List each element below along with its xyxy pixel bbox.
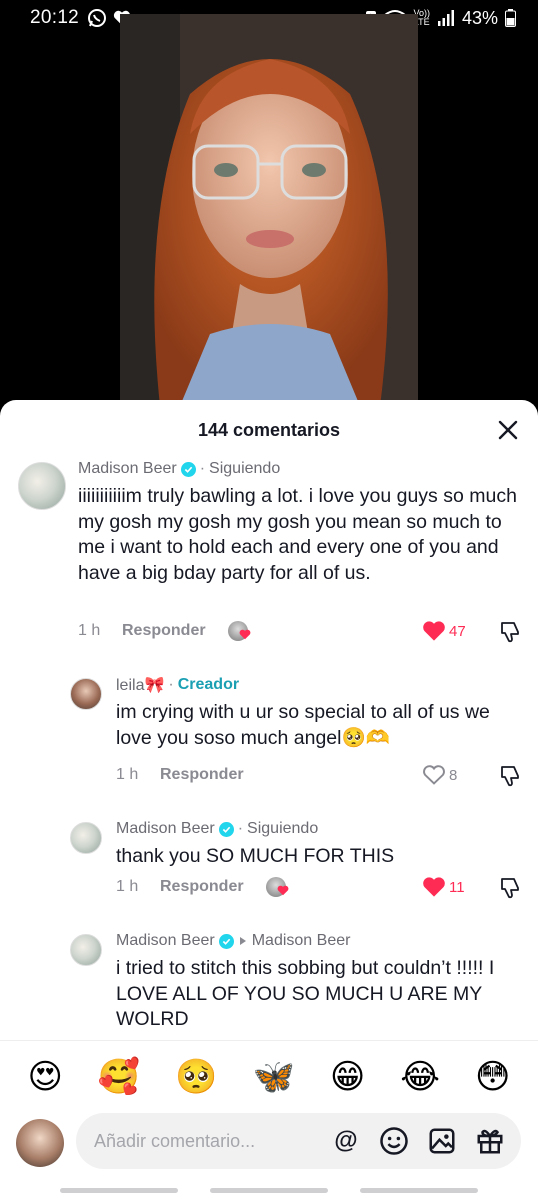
battery-icon [505,9,516,27]
verified-icon [180,461,196,477]
emoji-heart-eyes[interactable]: 😍 [27,1060,62,1094]
following-tag: Siguiendo [209,460,281,477]
emoji-quick-bar: 😍 🥰 🥺 🦋 😁 😂 😳 [0,1040,538,1112]
comment-author[interactable]: Madison Beer [116,932,215,950]
dislike-icon[interactable] [498,876,522,900]
avatar[interactable] [70,934,102,966]
comment-author[interactable]: Madison Beer [78,460,177,478]
comment-text: im crying with u ur so special to all of… [116,701,490,749]
creator-liked-icon [227,620,254,642]
reply-button[interactable]: Responder [122,622,206,640]
gift-icon[interactable] [475,1126,505,1156]
like-count: 47 [449,622,466,640]
comment-author-row: leila🎀 · Creador [116,674,518,696]
reply-button[interactable]: Responder [160,766,244,784]
bottom-bar [0,1186,538,1200]
reply-item: Madison Beer · Siguiendo thank you SO MU… [0,818,538,908]
dislike-icon[interactable] [498,764,522,788]
emoji-tears-of-joy[interactable]: 😂 [400,1060,440,1094]
emoji-icon[interactable] [379,1126,409,1156]
sheet-header: 144 comentarios [0,400,538,458]
comment-text: iiiiiiiiiiim truly bawling a lot. i love… [78,485,517,584]
status-time: 20:12 [30,7,80,28]
like-button[interactable]: 8 [422,764,457,786]
comment-author-row: Madison Beer · Siguiendo [78,458,518,480]
comment-meta: 1 h Responder [78,618,538,644]
comment-author[interactable]: Madison Beer [116,820,215,838]
emoji-smiling-hearts[interactable]: 🥰 [98,1060,140,1094]
emoji-butterfly[interactable]: 🦋 [253,1060,295,1094]
verified-icon [218,933,234,949]
comment-item: Madison Beer · Siguiendo iiiiiiiiiiim tr… [0,458,538,658]
avatar[interactable] [70,678,102,710]
comment-time: 1 h [116,766,139,783]
creator-liked-icon [265,876,292,898]
video-preview[interactable] [120,14,418,406]
avatar[interactable] [70,822,102,854]
comment-author-row: Madison Beer · Siguiendo [116,818,518,840]
comment-text: i tried to stitch this sobbing but could… [116,957,495,1030]
heart-filled-icon [423,877,445,897]
reply-item: Madison Beer Madison Beer i tried to sti… [0,930,538,1040]
emoji-pleading[interactable]: 🥺 [175,1060,217,1094]
reply-arrow-icon [239,937,246,945]
mention-icon[interactable]: @ [331,1126,361,1156]
emoji-grin[interactable]: 😁 [330,1060,365,1094]
nav-pill [60,1188,178,1193]
comment-input[interactable]: Añadir comentario... @ [76,1113,521,1169]
like-button[interactable]: 47 [422,620,466,642]
comment-meta: 1 h Responder [116,874,538,900]
comment-placeholder[interactable]: Añadir comentario... [94,1131,331,1152]
reply-item: leila🎀 · Creador im crying with u ur so … [0,674,538,794]
video-frame-image [120,14,418,406]
comment-input-row: Añadir comentario... @ [0,1112,538,1174]
comment-author[interactable]: leila🎀 [116,675,164,695]
my-avatar [16,1119,64,1167]
emoji-flushed[interactable]: 😳 [475,1060,510,1094]
signal-icon [437,10,454,26]
separator-dot: · [237,820,244,837]
like-button[interactable]: 11 [422,876,465,898]
creator-tag: Creador [177,676,240,693]
separator-dot: · [199,460,206,477]
nav-pill [210,1188,328,1193]
nav-pill [360,1188,478,1193]
like-count: 11 [449,878,465,896]
comment-text: thank you SO MUCH FOR THIS [116,845,395,867]
comment-meta: 1 h Responder [116,762,538,788]
separator-dot: · [168,676,174,693]
verified-icon [218,821,234,837]
battery-percent: 43% [461,7,498,28]
comment-time: 1 h [78,622,101,639]
dislike-icon[interactable] [498,620,522,644]
comment-author-row: Madison Beer Madison Beer [116,930,518,952]
close-icon[interactable] [496,418,520,442]
reply-button[interactable]: Responder [160,878,244,896]
following-tag: Siguiendo [247,820,319,837]
comment-time: 1 h [116,878,139,895]
whatsapp-icon [88,9,107,27]
like-count: 8 [449,766,458,784]
heart-outline-icon [423,765,445,785]
avatar[interactable] [18,462,66,510]
heart-filled-icon [423,621,445,641]
reply-to-name[interactable]: Madison Beer [252,932,351,950]
image-icon[interactable] [427,1126,457,1156]
comments-count-title: 144 comentarios [197,419,341,440]
